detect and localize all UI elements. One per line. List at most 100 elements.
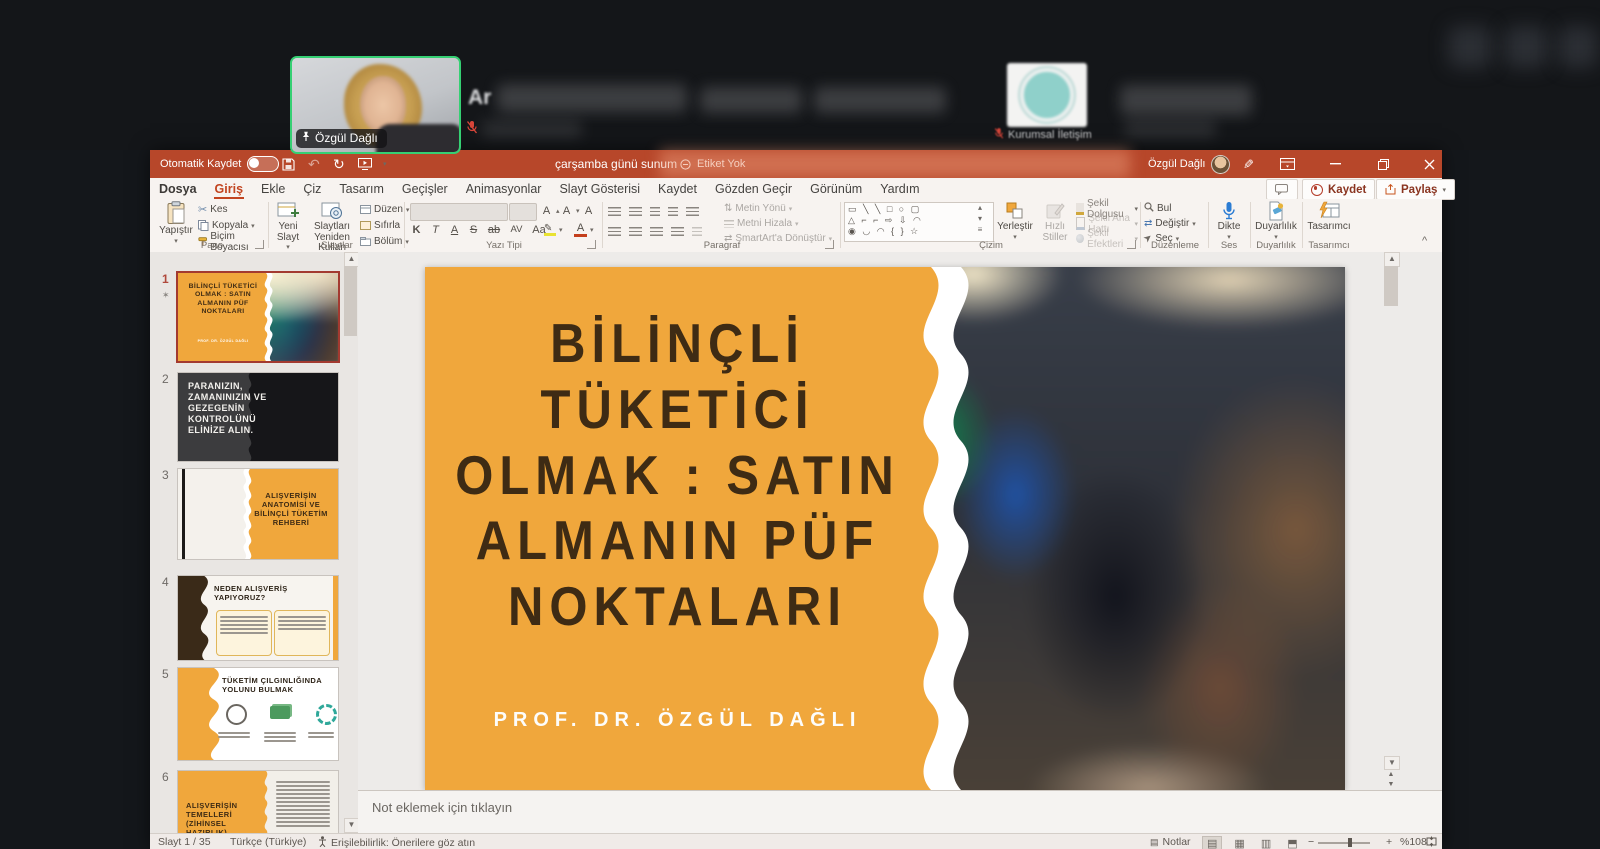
notes-placeholder[interactable]: Not eklemek için tıklayın (372, 800, 512, 815)
minimize-button[interactable] (1318, 150, 1352, 178)
slide-thumbnail-2[interactable]: PARANIZIN, ZAMANINIZIN VE GEZEGENİN KONT… (178, 373, 338, 461)
next-slide-button[interactable]: ▼ (1384, 780, 1398, 790)
thumbnail-scroll-down[interactable]: ▼ (344, 818, 358, 833)
zoom-slider-track[interactable] (1318, 842, 1370, 844)
bullets-icon[interactable] (608, 207, 621, 217)
account-name[interactable]: Özgül Dağlı (1148, 150, 1230, 178)
line-spacing-icon[interactable] (686, 207, 699, 217)
tab-slayt-gosterisi[interactable]: Slayt Gösterisi (550, 178, 649, 199)
shrink-font-button[interactable]: A▾ (560, 204, 580, 217)
numbering-icon[interactable] (629, 207, 642, 217)
text-direction-button[interactable]: ⇅Metin Yönü▾ (724, 202, 832, 215)
align-center-icon[interactable] (629, 227, 642, 237)
canvas-scroll-down[interactable]: ▼ (1384, 756, 1400, 770)
notes-pane[interactable]: Not eklemek için tıklayın (358, 790, 1442, 834)
tab-animasyonlar[interactable]: Animasyonlar (457, 178, 551, 199)
underline-button[interactable]: A (448, 224, 461, 236)
font-color-button[interactable]: A▾ (574, 223, 594, 236)
slide-thumbnail-3[interactable]: ALIŞVERİŞİN ANATOMİSİ VE BİLİNÇLİ TÜKETİ… (178, 469, 338, 559)
font-size-input[interactable] (509, 203, 537, 221)
character-spacing-button[interactable]: AV (508, 224, 525, 235)
redo-button[interactable]: ↻ (333, 150, 345, 178)
accessibility-checker[interactable]: Erişilebilirlik: Önerilere göz atın (318, 836, 475, 849)
align-right-icon[interactable] (650, 227, 663, 237)
slideshow-view-button[interactable]: ⬒ (1283, 837, 1301, 849)
tab-gozden-gecir[interactable]: Gözden Geçir (706, 178, 801, 199)
slide-sorter-view-button[interactable]: ▦ (1230, 837, 1248, 849)
previous-slide-button[interactable]: ▲ (1384, 770, 1398, 780)
clear-formatting-button[interactable]: A (582, 204, 595, 217)
start-slideshow-button[interactable] (358, 150, 372, 178)
tab-gorunum[interactable]: Görünüm (801, 178, 871, 199)
comments-button[interactable] (1266, 179, 1298, 200)
font-name-input[interactable] (410, 203, 508, 221)
sensitivity-button[interactable]: Duyarlılık▾ (1254, 201, 1298, 241)
zoom-slider-thumb[interactable] (1348, 838, 1352, 847)
save-button[interactable] (282, 150, 295, 178)
strikethrough-button[interactable]: S (467, 224, 480, 236)
zoom-in-button[interactable]: + (1386, 836, 1392, 848)
normal-view-button[interactable]: ▤ (1202, 836, 1222, 849)
slide-title[interactable]: BİLİNÇLİ TÜKETİCİ OLMAK : SATIN ALMANIN … (425, 311, 930, 640)
shapes-gallery[interactable]: ▭ ╲ ╲ □ ○ ▢ △ ⌐ ⌐ ⇨ ⇩ ◠ ◉ ◡ ◠ { } ☆ (844, 202, 994, 242)
slide-thumbnail-4[interactable]: NEDEN ALIŞVERİŞ YAPIYORUZ? (178, 576, 338, 660)
highlight-color-button[interactable]: ✎▾ (544, 223, 563, 236)
reading-view-button[interactable]: ▥ (1257, 837, 1275, 849)
increase-indent-icon[interactable] (668, 207, 678, 217)
slide-thumbnail-6[interactable]: ALIŞVERİŞİN TEMELLERİ (ZİHİNSEL HAZIRLIK… (178, 771, 338, 833)
tab-yardim[interactable]: Yardım (871, 178, 928, 199)
slide-indicator[interactable]: Slayt 1 / 35 (158, 836, 211, 848)
canvas-scroll-up[interactable]: ▲ (1384, 252, 1400, 267)
decrease-indent-icon[interactable] (650, 207, 660, 217)
language-indicator[interactable]: Türkçe (Türkiye) (230, 836, 306, 848)
fit-slide-button[interactable] (1426, 836, 1437, 847)
quick-access-more-icon[interactable]: ▾ (383, 150, 387, 178)
paste-button[interactable]: Yapıştır▾ (158, 201, 194, 245)
align-text-button[interactable]: Metni Hizala▾ (724, 217, 832, 230)
tab-tasarim[interactable]: Tasarım (330, 178, 392, 199)
arrange-button[interactable]: Yerleştir▾ (994, 201, 1036, 241)
tab-ciz[interactable]: Çiz (294, 178, 330, 199)
bold-button[interactable]: K (410, 224, 423, 236)
replace-button[interactable]: ⇄Değiştir▾ (1144, 217, 1196, 230)
zoom-out-button[interactable]: − (1308, 836, 1314, 848)
collapse-ribbon-icon[interactable]: ^ (1422, 235, 1427, 247)
find-button[interactable]: Bul (1144, 202, 1196, 215)
presenter-webcam[interactable]: Özgül Dağlı (290, 56, 461, 154)
canvas-scroll-thumb[interactable] (1384, 266, 1398, 306)
tab-ekle[interactable]: Ekle (252, 178, 294, 199)
tab-kaydet[interactable]: Kaydet (649, 178, 706, 199)
tab-gecisler[interactable]: Geçişler (393, 178, 457, 199)
layout-button[interactable]: Düzen▾ (360, 203, 409, 216)
quick-styles-button[interactable]: HızlıStiller (1038, 201, 1072, 243)
undo-button[interactable]: ↶ (308, 150, 320, 178)
zoom-level[interactable]: %108 (1400, 836, 1427, 848)
share-button[interactable]: Paylaş ▾ (1376, 179, 1455, 200)
designer-button[interactable]: Tasarımcı (1306, 201, 1352, 233)
thumbnail-scroll-thumb[interactable] (344, 266, 357, 336)
slide-thumbnail-5[interactable]: TÜKETİM ÇILGINLIĞINDA YOLUNU BULMAK (178, 668, 338, 760)
notes-toggle-button[interactable]: ▤Notlar (1150, 836, 1191, 848)
record-button[interactable]: Kaydet (1302, 179, 1375, 200)
current-slide[interactable]: BİLİNÇLİ TÜKETİCİ OLMAK : SATIN ALMANIN … (425, 267, 1345, 790)
tab-dosya[interactable]: Dosya (150, 178, 206, 199)
thumbnail-scroll-up[interactable]: ▲ (344, 252, 358, 267)
slide-subtitle[interactable]: PROF. DR. ÖZGÜL DAĞLI (425, 709, 930, 732)
slide-thumbnail-1[interactable]: BİLİNÇLİ TÜKETİCİ OLMAK : SATIN ALMANIN … (178, 273, 338, 361)
dictate-button[interactable]: Dikte▾ (1212, 201, 1246, 241)
columns-icon[interactable] (692, 227, 702, 237)
strike-ab-button[interactable]: ab (486, 224, 502, 236)
autosave-toggle[interactable] (247, 156, 279, 172)
close-button[interactable] (1412, 150, 1446, 178)
ribbon-display-options-icon[interactable] (1280, 150, 1295, 178)
inking-pen-icon[interactable]: ✎ (1242, 150, 1253, 178)
italic-button[interactable]: T (429, 224, 442, 236)
tab-giris[interactable]: Giriş (206, 178, 253, 199)
justify-icon[interactable] (671, 227, 684, 237)
reset-button[interactable]: Sıfırla (360, 219, 409, 232)
grow-font-button[interactable]: A▴ (540, 204, 560, 217)
cut-button[interactable]: ✂Kes (198, 203, 266, 216)
restore-button[interactable] (1366, 150, 1400, 178)
autosave-control[interactable]: Otomatik Kaydet (160, 150, 279, 178)
shapes-gallery-scroll[interactable]: ▴▾≡ (974, 202, 986, 235)
